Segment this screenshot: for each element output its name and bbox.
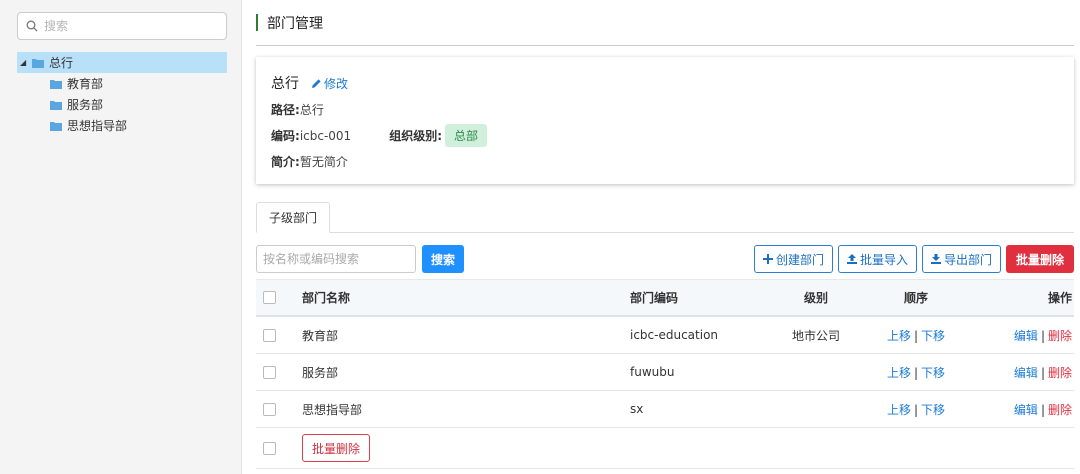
delete-row-link[interactable]: 删除 bbox=[1048, 403, 1072, 417]
tree-node-child[interactable]: 思想指导部 bbox=[17, 115, 226, 136]
folder-icon bbox=[50, 79, 62, 89]
move-down-link[interactable]: 下移 bbox=[921, 403, 945, 417]
path-row: 路径: 总行 bbox=[271, 100, 1059, 119]
separator: | bbox=[1040, 365, 1045, 380]
department-search-input[interactable] bbox=[256, 245, 416, 273]
tree-node-label: 思想指导部 bbox=[67, 119, 128, 133]
batch-import-button[interactable]: 批量导入 bbox=[837, 245, 917, 273]
expand-arrow-icon[interactable]: ◢ bbox=[20, 58, 32, 67]
column-header-actions: 操作 bbox=[1047, 291, 1072, 305]
separator: | bbox=[1040, 402, 1045, 417]
intro-label: 简介: bbox=[271, 155, 300, 169]
path-label: 路径: bbox=[271, 103, 300, 117]
table-footer: 批量删除 bbox=[256, 428, 1074, 469]
select-all-checkbox[interactable] bbox=[263, 291, 276, 304]
export-department-label: 导出部门 bbox=[943, 252, 992, 267]
intro-value: 暂无简介 bbox=[299, 155, 348, 169]
edit-row-link[interactable]: 编辑 bbox=[1014, 329, 1038, 343]
edit-link-label: 修改 bbox=[324, 76, 349, 91]
edit-link[interactable]: 修改 bbox=[311, 75, 348, 92]
path-value: 总行 bbox=[299, 103, 324, 117]
page-header: 部门管理 bbox=[256, 0, 1074, 46]
batch-delete-button[interactable]: 批量删除 bbox=[1005, 245, 1074, 273]
separator: | bbox=[913, 365, 919, 380]
move-down-link[interactable]: 下移 bbox=[921, 366, 945, 380]
toolbar: 搜索 创建部门 批量导入 导出部门 批量删除 bbox=[256, 245, 1074, 273]
folder-icon bbox=[50, 121, 62, 131]
upload-icon bbox=[846, 254, 857, 264]
cell-name: 服务部 bbox=[302, 365, 339, 380]
separator: | bbox=[913, 402, 919, 417]
tree-node-root[interactable]: ◢ 总行 bbox=[17, 52, 227, 73]
code-value: icbc-001 bbox=[299, 128, 352, 143]
title-accent-bar bbox=[256, 14, 258, 31]
level-label: 组织级别: bbox=[389, 129, 443, 143]
create-department-button[interactable]: 创建部门 bbox=[753, 245, 833, 273]
tab-bar: 子级部门 bbox=[256, 202, 1074, 233]
row-checkbox[interactable] bbox=[263, 328, 276, 342]
plus-icon bbox=[762, 254, 773, 264]
table-row: 服务部 fuwubu 上移 | 下移 编辑 | 删除 bbox=[256, 354, 1074, 391]
table-row: 思想指导部 sx 上移 | 下移 编辑 | 删除 bbox=[256, 391, 1074, 428]
search-icon bbox=[26, 20, 38, 32]
table-row: 教育部 icbc-education 地市公司 上移 | 下移 编辑 | 删除 bbox=[256, 317, 1074, 354]
sidebar-search-input[interactable] bbox=[44, 19, 218, 33]
create-department-label: 创建部门 bbox=[775, 252, 824, 267]
column-header-order: 顺序 bbox=[903, 291, 928, 305]
move-up-link[interactable]: 上移 bbox=[887, 366, 911, 380]
move-down-link[interactable]: 下移 bbox=[921, 329, 945, 343]
cell-name: 教育部 bbox=[302, 328, 339, 343]
export-department-button[interactable]: 导出部门 bbox=[921, 245, 1001, 273]
main-content: 部门管理 总行 修改 路径: 总行 编码: icbc-001 组织级别: 总部 bbox=[242, 0, 1080, 474]
edit-row-link[interactable]: 编辑 bbox=[1014, 366, 1038, 380]
code-label: 编码: bbox=[271, 129, 300, 143]
delete-row-link[interactable]: 删除 bbox=[1048, 329, 1072, 343]
cell-code: fuwubu bbox=[630, 365, 675, 379]
batch-import-label: 批量导入 bbox=[859, 252, 908, 267]
folder-icon bbox=[50, 100, 62, 110]
intro-row: 简介: 暂无简介 bbox=[271, 152, 1059, 171]
row-checkbox[interactable] bbox=[263, 402, 276, 416]
department-detail-card: 总行 修改 路径: 总行 编码: icbc-001 组织级别: 总部 简介: 暂… bbox=[256, 57, 1074, 184]
sidebar-search-box[interactable] bbox=[17, 12, 227, 40]
tree-node-child[interactable]: 教育部 bbox=[17, 73, 226, 94]
cell-name: 思想指导部 bbox=[302, 402, 363, 417]
tree-node-child[interactable]: 服务部 bbox=[17, 94, 226, 115]
table-header: 部门名称 部门编码 级别 顺序 操作 bbox=[256, 279, 1074, 317]
column-header-level: 级别 bbox=[803, 291, 828, 305]
department-table: 部门名称 部门编码 级别 顺序 操作 教育部 icbc-education 地市… bbox=[256, 279, 1074, 469]
download-icon bbox=[930, 254, 941, 264]
code-row: 编码: icbc-001 组织级别: 总部 bbox=[271, 124, 1059, 147]
move-up-link[interactable]: 上移 bbox=[887, 403, 911, 417]
tree-node-label: 服务部 bbox=[67, 98, 104, 112]
cell-code: icbc-education bbox=[630, 328, 719, 342]
separator: | bbox=[1040, 328, 1045, 343]
delete-row-link[interactable]: 删除 bbox=[1048, 366, 1072, 380]
separator: | bbox=[913, 328, 919, 343]
level-badge: 总部 bbox=[445, 124, 488, 147]
tree-node-label: 教育部 bbox=[67, 77, 104, 91]
footer-batch-delete-button[interactable]: 批量删除 bbox=[302, 434, 371, 462]
folder-open-icon bbox=[32, 58, 44, 68]
cell-level: 地市公司 bbox=[791, 328, 840, 343]
row-checkbox[interactable] bbox=[263, 365, 276, 379]
column-header-name: 部门名称 bbox=[302, 291, 351, 305]
tree-node-label: 总行 bbox=[49, 56, 74, 70]
department-name: 总行 bbox=[271, 76, 299, 92]
edit-row-link[interactable]: 编辑 bbox=[1014, 403, 1038, 417]
column-header-code: 部门编码 bbox=[630, 291, 679, 305]
department-tree: ◢ 总行 教育部 服务部 思想指导部 bbox=[17, 52, 227, 136]
sidebar: ◢ 总行 教育部 服务部 思想指导部 bbox=[0, 0, 242, 474]
page-title: 部门管理 bbox=[267, 15, 323, 32]
footer-select-checkbox[interactable] bbox=[263, 441, 276, 455]
move-up-link[interactable]: 上移 bbox=[887, 329, 911, 343]
cell-code: sx bbox=[630, 402, 644, 416]
search-button[interactable]: 搜索 bbox=[422, 245, 465, 273]
tab-sub-departments[interactable]: 子级部门 bbox=[256, 202, 331, 233]
pencil-icon bbox=[312, 78, 321, 88]
